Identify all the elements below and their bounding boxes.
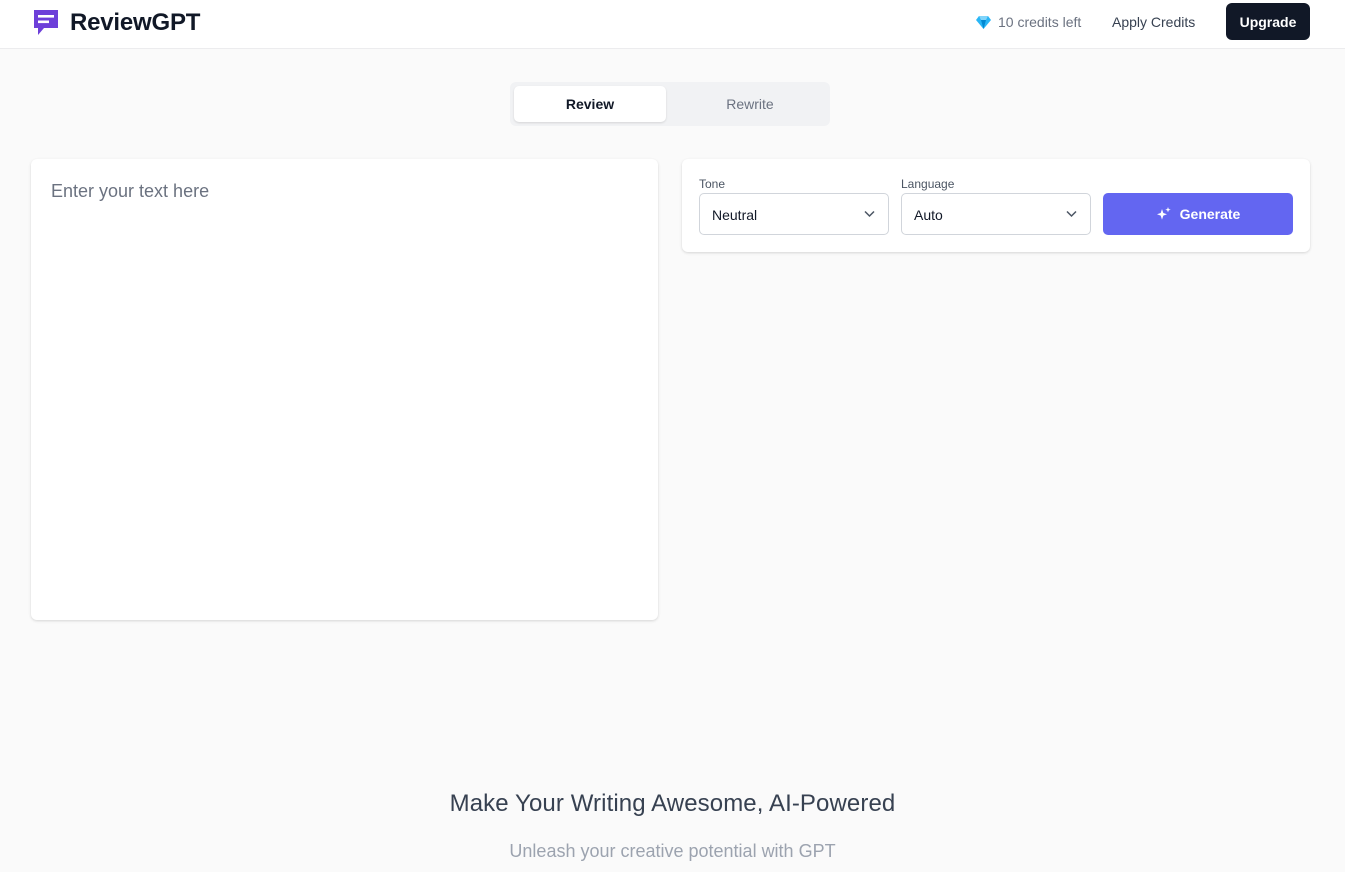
tab-rewrite[interactable]: Rewrite bbox=[674, 86, 826, 122]
gem-icon bbox=[976, 15, 991, 29]
credits-text: 10 credits left bbox=[998, 14, 1082, 30]
language-label: Language bbox=[901, 177, 955, 191]
upgrade-button[interactable]: Upgrade bbox=[1226, 3, 1310, 40]
hero-title: Make Your Writing Awesome, AI-Powered bbox=[449, 790, 896, 817]
tab-review[interactable]: Review bbox=[514, 86, 666, 122]
generate-button[interactable]: Generate bbox=[1103, 193, 1293, 235]
tone-label: Tone bbox=[699, 177, 726, 191]
sparkles-icon bbox=[1156, 207, 1171, 220]
chevron-down-icon bbox=[1066, 210, 1077, 218]
apply-credits-link[interactable]: Apply Credits bbox=[1112, 13, 1195, 31]
credits-indicator: 10 credits left bbox=[976, 13, 1081, 31]
language-select-value: Auto bbox=[914, 207, 943, 223]
chevron-down-icon bbox=[864, 210, 875, 218]
hero-subtitle: Unleash your creative potential with GPT bbox=[509, 841, 836, 861]
brand[interactable]: ReviewGPT bbox=[32, 8, 200, 38]
chat-bubble-lines-icon bbox=[34, 10, 58, 35]
text-input[interactable] bbox=[31, 159, 658, 620]
language-select[interactable]: Auto bbox=[901, 193, 1091, 235]
controls-card: Tone Neutral Language Auto Generate bbox=[682, 159, 1310, 252]
tone-select[interactable]: Neutral bbox=[699, 193, 889, 235]
tone-select-value: Neutral bbox=[712, 207, 758, 223]
top-bar: ReviewGPT 10 credits left Apply Credits … bbox=[0, 0, 1345, 49]
brand-name: ReviewGPT bbox=[70, 9, 201, 36]
text-editor-card bbox=[31, 159, 658, 620]
generate-button-label: Generate bbox=[1179, 206, 1241, 222]
mode-tabs: Review Rewrite bbox=[510, 82, 830, 126]
